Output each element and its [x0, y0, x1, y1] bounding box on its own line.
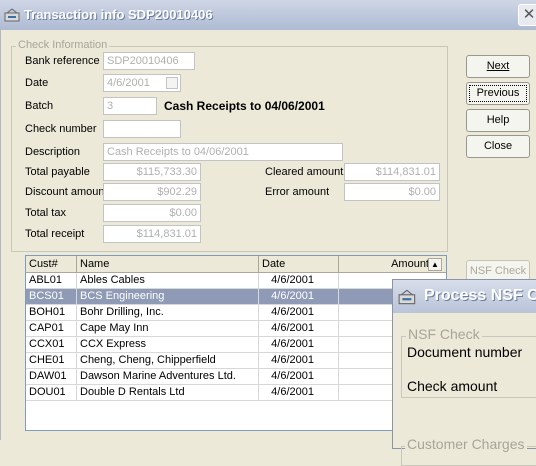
cell-cust: DOU01 — [26, 385, 77, 401]
batch-field[interactable]: 3 — [103, 97, 157, 115]
error-amount-field[interactable]: $0.00 — [344, 183, 440, 201]
cell-name: Cape May Inn — [77, 321, 259, 337]
bank-reference-field[interactable]: SDP20010406 — [103, 52, 195, 70]
batch-label: Batch — [25, 100, 54, 112]
date-label: Date — [25, 77, 49, 89]
cell-date: 4/6/2001 — [259, 321, 339, 337]
check-amount-label: Check amount — [407, 378, 498, 394]
table-row[interactable]: CCX01CCX Express4/6/20018 — [26, 337, 446, 353]
app-icon — [4, 8, 20, 22]
help-button-label: Help — [486, 114, 510, 126]
close-button-label: Close — [483, 140, 513, 152]
cell-date: 4/6/2001 — [259, 369, 339, 385]
discount-amount-field[interactable]: $902.29 — [103, 183, 201, 201]
cell-date: 4/6/2001 — [259, 337, 339, 353]
total-receipt-field[interactable]: $114,831.01 — [103, 225, 201, 243]
document-number-label: Document number — [407, 344, 523, 360]
total-receipt-label: Total receipt — [25, 228, 85, 240]
cell-name: Dawson Marine Adventures Ltd. — [77, 369, 259, 385]
check-number-field[interactable] — [103, 120, 181, 138]
window-title: Transaction info SDP20010406 — [24, 7, 213, 22]
cell-name: BCS Engineering — [77, 289, 259, 305]
previous-button[interactable]: Previous — [466, 82, 530, 105]
cell-name: Bohr Drilling, Inc. — [77, 305, 259, 321]
next-button[interactable]: Next — [466, 55, 530, 78]
total-payable-field[interactable]: $115,733.30 — [103, 163, 201, 181]
cell-date: 4/6/2001 — [259, 273, 339, 289]
cell-date: 4/6/2001 — [259, 305, 339, 321]
table-row[interactable]: DAW01 Dawson Marine Adventures Ltd. 4/6/20… — [26, 369, 446, 385]
cell-cust: BCS01 — [26, 289, 77, 305]
previous-button-label: Previous — [476, 87, 520, 99]
cell-cust: CCX01 — [26, 337, 77, 353]
nsf-check-button-label: NSF Check — [469, 265, 527, 277]
cell-cust: CAP01 — [26, 321, 77, 337]
window-client: Check Information Bank reference SDP2001… — [0, 30, 536, 466]
date-value: 4/6/2001 — [107, 77, 150, 89]
error-amount-label: Error amount — [265, 186, 330, 198]
table-row[interactable]: ABL01 Ables Cables 4/6/2001 — [26, 273, 446, 289]
close-button[interactable]: Close — [466, 135, 530, 158]
cell-cust: DAW01 — [26, 369, 77, 385]
nsf-check-legend: NSF Check — [406, 326, 482, 342]
next-button-label: Next — [486, 60, 510, 72]
cell-name: Double D Rentals Ltd — [77, 385, 259, 401]
table-row[interactable]: CAP01Cape May Inn4/6/200116 — [26, 321, 446, 337]
cell-name: Ables Cables — [77, 273, 259, 289]
table-row[interactable]: BCS01 BCS Engineering 4/6/2001 — [26, 289, 446, 305]
calendar-icon[interactable] — [166, 77, 178, 89]
help-button[interactable]: Help — [466, 109, 530, 132]
cell-cust: BOH01 — [26, 305, 77, 321]
batch-description: Cash Receipts to 04/06/2001 — [164, 99, 325, 113]
app-icon — [398, 289, 416, 305]
window-titlebar: Transaction info SDP20010406 ✕ — [0, 0, 536, 30]
cell-date: 4/6/2001 — [259, 353, 339, 369]
date-field[interactable]: 4/6/2001 — [103, 74, 181, 92]
process-nsf-titlebar: Process NSF C — [393, 280, 536, 313]
description-field[interactable]: Cash Receipts to 04/06/2001 — [103, 143, 343, 161]
customer-charges-legend: Customer Charges — [405, 436, 527, 452]
table-row[interactable]: DOU01Double D Rentals Ltd4/6/20011 — [26, 385, 446, 401]
transactions-grid[interactable]: Cust# Name Date Amount ▲ ABL01 Ables Cabl… — [25, 255, 447, 431]
table-row[interactable]: BOH01Bohr Drilling, Inc.4/6/200111 — [26, 305, 446, 321]
scroll-up-icon[interactable]: ▲ — [428, 258, 442, 271]
cell-date: 4/6/2001 — [259, 385, 339, 401]
column-header-name[interactable]: Name — [77, 256, 259, 273]
cell-name: CCX Express — [77, 337, 259, 353]
description-label: Description — [25, 146, 81, 158]
bank-reference-label: Bank reference — [25, 55, 100, 67]
cell-cust: CHE01 — [26, 353, 77, 369]
process-nsf-dialog: Process NSF C NSF Check Document number … — [392, 279, 536, 466]
cell-date: 4/6/2001 — [259, 289, 339, 305]
total-tax-label: Total tax — [25, 207, 66, 219]
table-row[interactable]: CHE01Cheng, Cheng, Chipperfield4/6/20014 — [26, 353, 446, 369]
cleared-amount-label: Cleared amount — [265, 166, 344, 178]
cell-name: Cheng, Cheng, Chipperfield — [77, 353, 259, 369]
discount-amount-label: Discount amount — [25, 186, 108, 198]
cell-cust: ABL01 — [26, 273, 77, 289]
column-header-cust[interactable]: Cust# — [26, 256, 77, 273]
total-tax-field[interactable]: $0.00 — [103, 204, 201, 222]
column-header-date[interactable]: Date — [259, 256, 339, 273]
cleared-amount-field[interactable]: $114,831.01 — [344, 163, 440, 181]
process-nsf-title: Process NSF C — [424, 287, 536, 304]
check-number-label: Check number — [25, 123, 97, 135]
close-icon[interactable]: ✕ — [518, 4, 536, 26]
check-information-legend: Check Information — [16, 39, 110, 51]
total-payable-label: Total payable — [25, 166, 90, 178]
